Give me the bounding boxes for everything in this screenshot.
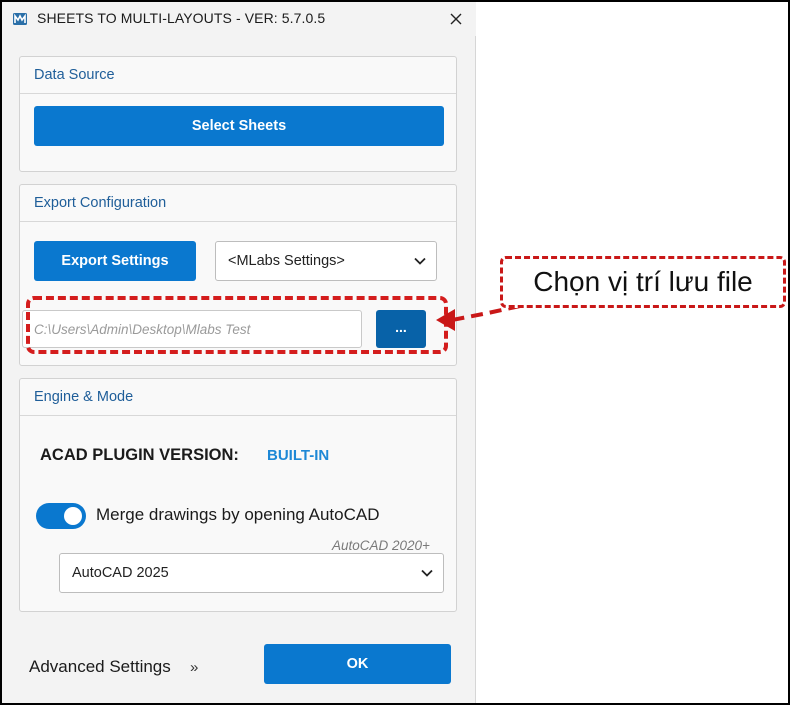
chevron-down-icon xyxy=(421,569,433,577)
data-source-header: Data Source xyxy=(20,57,456,94)
annotation-callout: Chọn vị trí lưu file xyxy=(500,256,786,308)
plugin-version-value: BUILT-IN xyxy=(267,447,330,464)
settings-dropdown-value: <MLabs Settings> xyxy=(228,253,345,269)
close-icon xyxy=(450,13,462,25)
engine-mode-header: Engine & Mode xyxy=(20,379,456,416)
autocad-version-value: AutoCAD 2025 xyxy=(72,565,169,581)
plugin-version-label: ACAD PLUGIN VERSION: xyxy=(40,446,239,464)
close-button[interactable] xyxy=(442,5,470,33)
ok-button[interactable]: OK xyxy=(264,644,451,684)
chevron-down-icon xyxy=(414,257,426,265)
toggle-knob xyxy=(64,507,82,525)
autocad-version-hint: AutoCAD 2020+ xyxy=(332,538,430,553)
output-path-input[interactable]: C:\Users\Admin\Desktop\Mlabs Test xyxy=(22,310,362,348)
select-sheets-button[interactable]: Select Sheets xyxy=(34,106,444,146)
autocad-version-dropdown[interactable]: AutoCAD 2025 xyxy=(59,553,444,593)
app-logo-icon xyxy=(12,11,28,27)
title-bar: SHEETS TO MULTI-LAYOUTS - VER: 5.7.0.5 xyxy=(2,2,476,36)
settings-dropdown[interactable]: <MLabs Settings> xyxy=(215,241,437,281)
double-chevron-right-icon[interactable]: » xyxy=(190,659,198,676)
window-title: SHEETS TO MULTI-LAYOUTS - VER: 5.7.0.5 xyxy=(37,10,326,26)
output-path-placeholder: C:\Users\Admin\Desktop\Mlabs Test xyxy=(34,321,251,337)
merge-drawings-toggle[interactable] xyxy=(36,503,86,529)
dialog-window: SHEETS TO MULTI-LAYOUTS - VER: 5.7.0.5 D… xyxy=(2,2,476,703)
annotation-callout-text: Chọn vị trí lưu file xyxy=(533,266,753,297)
merge-drawings-label: Merge drawings by opening AutoCAD xyxy=(96,505,380,524)
export-configuration-header: Export Configuration xyxy=(20,185,456,222)
browse-folder-button[interactable]: ... xyxy=(376,310,426,348)
export-settings-button[interactable]: Export Settings xyxy=(34,241,196,281)
advanced-settings-link[interactable]: Advanced Settings xyxy=(29,657,171,677)
